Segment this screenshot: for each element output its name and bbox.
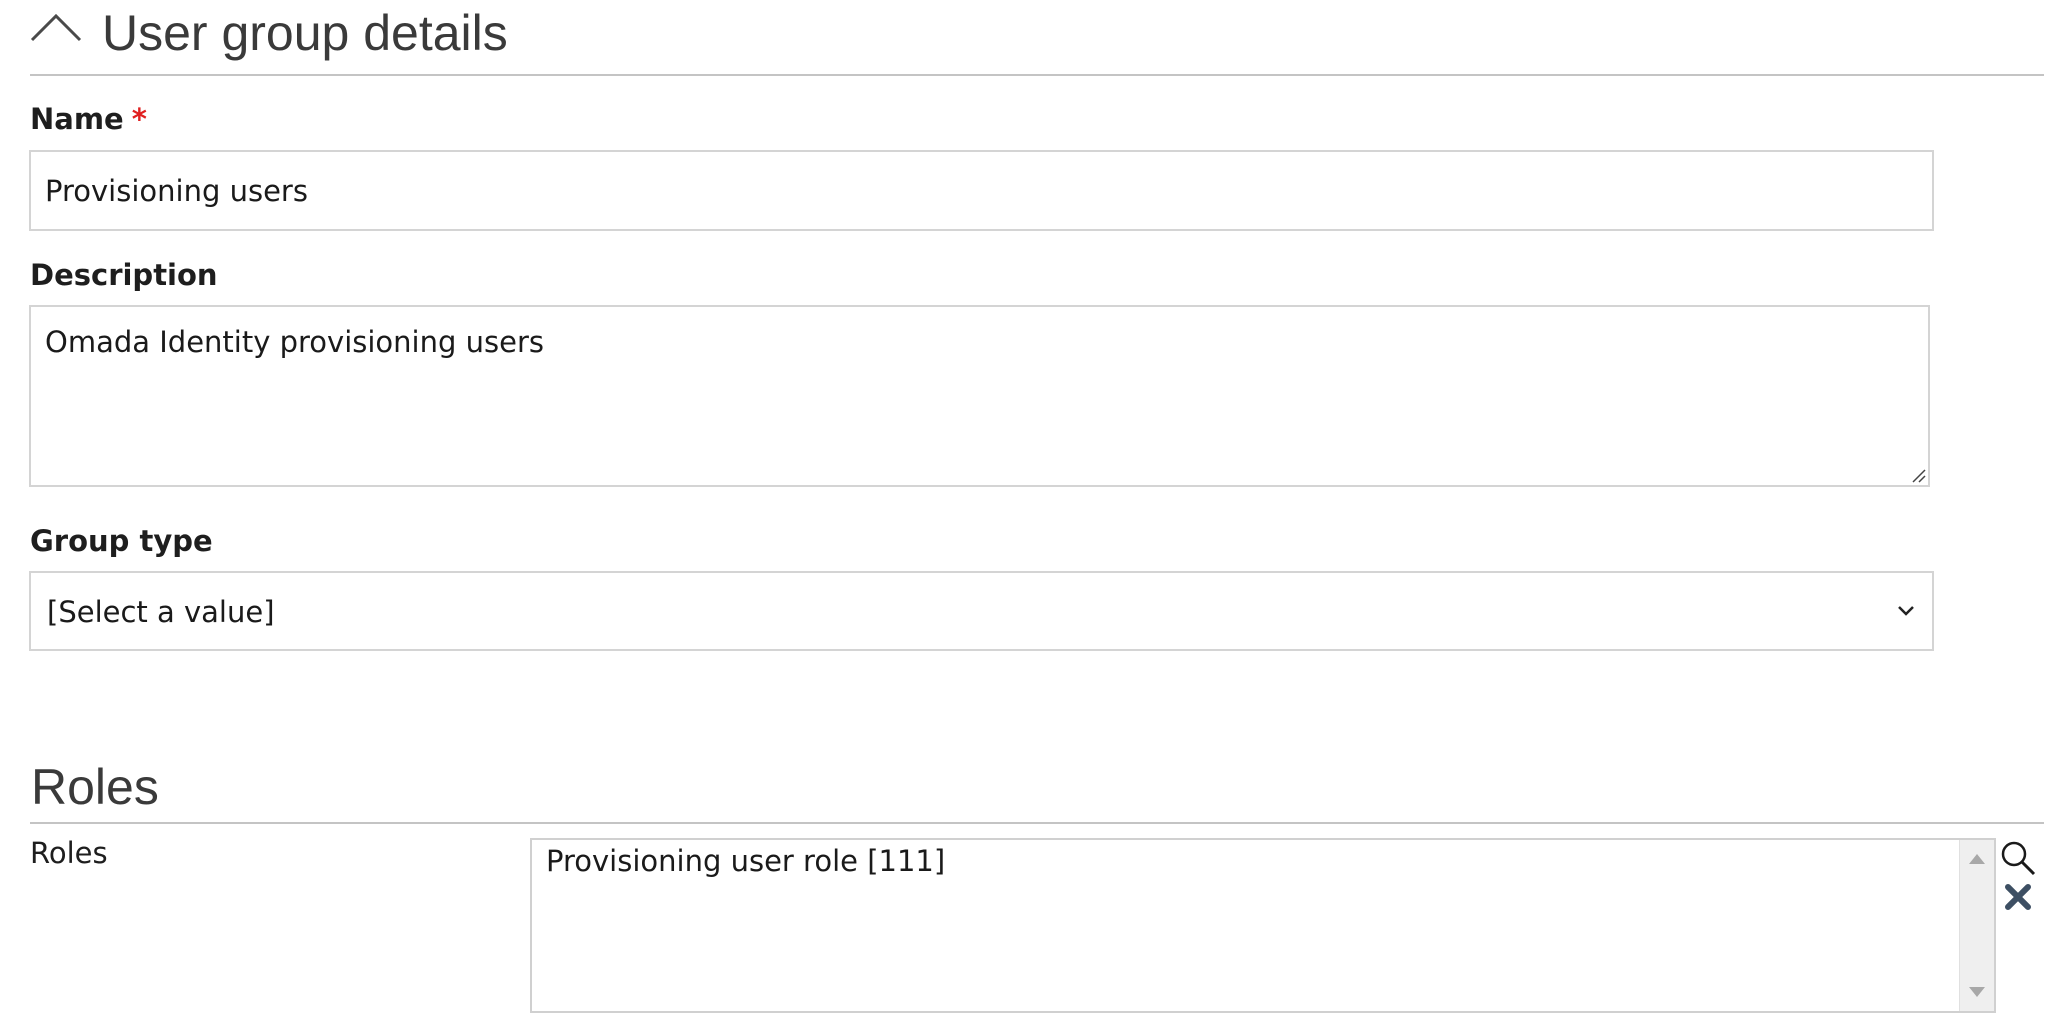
name-input-value: Provisioning users <box>45 174 308 208</box>
roles-scrollbar[interactable] <box>1959 840 1994 1011</box>
name-label-text: Name <box>30 102 124 136</box>
roles-section-header: Roles <box>30 750 2044 824</box>
roles-label: Roles <box>30 836 108 870</box>
resize-grip-icon[interactable] <box>1910 467 1926 483</box>
group-type-select[interactable]: [Select a value] <box>29 571 1934 651</box>
scroll-down-arrow-icon[interactable] <box>1969 987 1985 997</box>
chevron-up-icon <box>30 13 82 42</box>
search-roles-button[interactable] <box>2000 840 2036 876</box>
name-label: Name * <box>30 102 147 136</box>
required-marker: * <box>131 102 147 136</box>
close-icon <box>2005 884 2031 910</box>
roles-section-title: Roles <box>31 759 159 815</box>
description-textarea-value: Omada Identity provisioning users <box>45 325 544 359</box>
clear-roles-button[interactable] <box>2003 882 2033 912</box>
group-type-selected-value: [Select a value] <box>47 595 275 629</box>
description-textarea[interactable]: Omada Identity provisioning users <box>29 305 1930 487</box>
name-input[interactable]: Provisioning users <box>29 150 1934 231</box>
collapse-section-button[interactable] <box>30 12 82 42</box>
details-section-title: User group details <box>102 5 508 61</box>
role-list-item[interactable]: Provisioning user role [111] <box>546 844 945 878</box>
search-icon <box>2001 841 2036 876</box>
description-label: Description <box>30 258 218 292</box>
details-section-header: User group details <box>30 0 2044 76</box>
group-type-label: Group type <box>30 524 213 558</box>
chevron-down-icon <box>1898 606 1914 616</box>
scroll-up-arrow-icon[interactable] <box>1969 854 1985 864</box>
roles-listbox[interactable]: Provisioning user role [111] <box>530 838 1996 1013</box>
